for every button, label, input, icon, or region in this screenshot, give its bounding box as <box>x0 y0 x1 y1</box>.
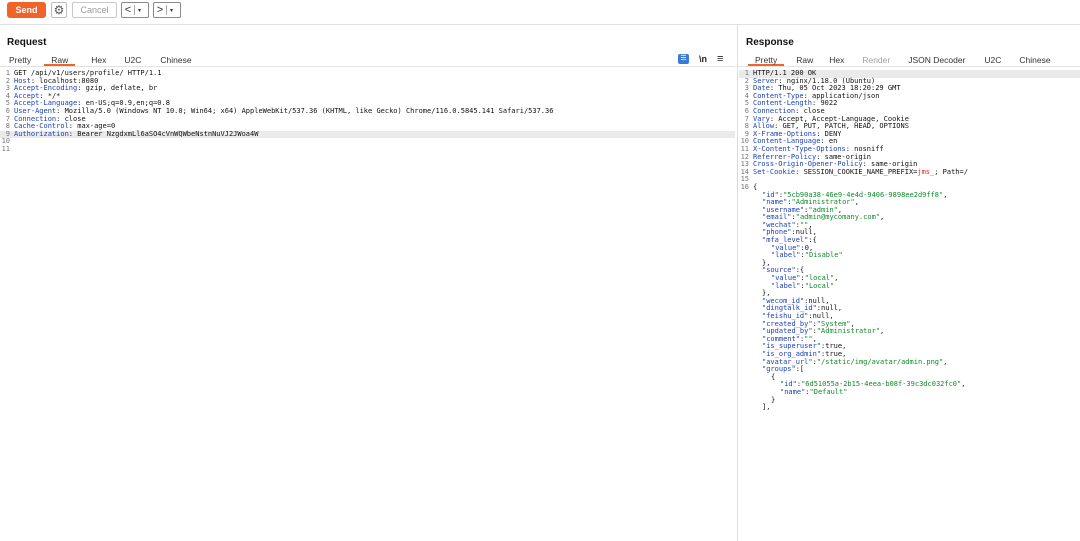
json-string: "/static/img/avatar/admin.png" <box>816 357 944 366</box>
header-name: Set-Cookie <box>753 167 796 176</box>
json-punct: ], <box>762 403 771 412</box>
cookie-suffix: ; Path=/ <box>934 167 968 176</box>
line-text: Set-Cookie: SESSION_COOKIE_NAME_PREFIX=j… <box>753 167 968 177</box>
json-punct: , <box>880 327 885 336</box>
request-tab-u2c[interactable]: U2C <box>124 54 141 66</box>
json-text: "groups":[ <box>762 365 805 374</box>
json-text: "label":"Disable" <box>771 251 843 260</box>
back-nav-group: < ▾ <box>121 2 149 18</box>
line-text: User-Agent: Mozilla/5.0 (Windows NT 10.0… <box>14 106 554 116</box>
json-text: } <box>771 395 776 405</box>
header-value: : SESSION_COOKIE_NAME_PREFIX= <box>795 167 918 176</box>
response-tabs: Pretty Raw Hex Render JSON Decoder U2C Chinese <box>748 54 1051 66</box>
code-line: 11 <box>0 144 735 154</box>
word-wrap-icon[interactable]: ☰ <box>678 54 689 64</box>
json-key: "name" <box>780 387 806 396</box>
request-view-tools: ☰ \n ≡ <box>678 53 723 65</box>
json-text: { <box>771 372 776 382</box>
response-tab-underline <box>738 66 1080 67</box>
gear-icon: ⚙ <box>53 3 65 17</box>
request-tab-raw[interactable]: Raw <box>44 54 76 66</box>
json-punct: , <box>961 380 966 389</box>
line-number: 11 <box>1 144 10 153</box>
request-title: Request <box>7 37 47 48</box>
code-line: 14 Set-Cookie: SESSION_COOKIE_NAME_PREFIX… <box>739 167 1080 177</box>
line-text: Authorization: Bearer NzgdxmLl6aSO4cVnWQ… <box>14 129 259 139</box>
json-text: { <box>753 182 758 192</box>
json-punct: , <box>854 198 859 207</box>
toolbar-divider <box>0 24 1080 25</box>
json-string: "Local" <box>804 281 835 290</box>
code-line: 3 Accept-Encoding: gzip, deflate, br <box>0 84 735 93</box>
code-line: 6 User-Agent: Mozilla/5.0 (Windows NT 10.… <box>0 106 735 116</box>
code-line: 10 <box>0 138 735 146</box>
json-punct: :[ <box>795 365 805 374</box>
json-punct: { <box>771 372 776 381</box>
request-tab-pretty[interactable]: Pretty <box>9 54 31 66</box>
forward-nav-group: > ▾ <box>153 2 181 18</box>
response-tab-json-decoder[interactable]: JSON Decoder <box>908 54 965 66</box>
json-text: "label":"Local" <box>771 281 835 291</box>
back-history-dropdown[interactable]: ▾ <box>135 7 144 14</box>
toolbar: Send ⚙ Cancel < ▾ > ▾ <box>0 0 1080 22</box>
cancel-button[interactable]: Cancel <box>72 2 117 18</box>
json-string: "Disable" <box>804 251 843 260</box>
json-text: ], <box>762 403 771 412</box>
json-key: "label" <box>771 251 801 260</box>
json-line: "groups":[ <box>739 365 1080 374</box>
code-line: 15 <box>739 176 1080 184</box>
response-tab-hex[interactable]: Hex <box>829 54 844 66</box>
code-line: 1 GET /api/v1/users/profile/ HTTP/1.1 <box>0 69 735 78</box>
response-tab-u2c[interactable]: U2C <box>984 54 1001 66</box>
json-line: ], <box>739 403 1080 412</box>
header-value: : gzip, deflate, br <box>77 84 158 93</box>
json-punct: { <box>753 182 758 191</box>
json-punct: , <box>834 274 839 283</box>
json-line: } <box>739 395 1080 405</box>
response-tab-pretty[interactable]: Pretty <box>748 54 785 66</box>
forward-history-dropdown[interactable]: ▾ <box>167 7 176 14</box>
settings-gear-button[interactable]: ⚙ <box>51 2 67 18</box>
json-punct: , <box>943 190 948 199</box>
pane-splitter[interactable] <box>737 25 738 541</box>
json-punct: } <box>771 395 776 404</box>
header-name: Authorization <box>14 129 69 138</box>
menu-icon[interactable]: ≡ <box>717 53 723 65</box>
response-tab-chinese[interactable]: Chinese <box>1019 54 1050 66</box>
json-punct: , <box>880 213 885 222</box>
response-tab-render[interactable]: Render <box>862 54 890 66</box>
json-punct: , <box>943 357 948 366</box>
json-string: "Administrator" <box>816 327 881 336</box>
response-title: Response <box>746 37 794 48</box>
send-button[interactable]: Send <box>7 2 46 18</box>
request-editor[interactable]: 1 GET /api/v1/users/profile/ HTTP/1.1 2 Hos… <box>0 69 735 154</box>
json-key: "groups" <box>762 365 796 374</box>
request-tab-hex[interactable]: Hex <box>91 54 106 66</box>
cookie-value: jms_ <box>917 167 935 176</box>
json-string: "Default" <box>809 387 848 396</box>
json-line: "label":"Local" <box>739 281 1080 291</box>
request-tabs: Pretty Raw Hex U2C Chinese <box>9 54 192 66</box>
json-text: "name":"Default" <box>780 387 848 397</box>
forward-button[interactable]: > <box>154 4 166 16</box>
request-tab-underline <box>0 66 735 67</box>
code-line: 9 Authorization: Bearer NzgdxmLl6aSO4cVnW… <box>0 129 735 139</box>
response-tab-raw[interactable]: Raw <box>796 54 813 66</box>
newline-toggle[interactable]: \n <box>699 54 707 64</box>
header-value: : Bearer NzgdxmLl6aSO4cVnWQWbeNstnNuVJ2J… <box>68 129 259 138</box>
request-tab-chinese[interactable]: Chinese <box>160 54 191 66</box>
back-button[interactable]: < <box>122 4 134 16</box>
json-line: "name":"Default" <box>739 387 1080 397</box>
json-line: "label":"Disable" <box>739 251 1080 260</box>
header-value: : Mozilla/5.0 (Windows NT 10.0; Win64; x… <box>56 106 554 115</box>
line-number: 16 <box>740 182 749 191</box>
json-key: "label" <box>771 281 801 290</box>
response-viewer[interactable]: 1 HTTP/1.1 200 OK 2 Server: nginx/1.18.0 (U… <box>739 69 1080 412</box>
